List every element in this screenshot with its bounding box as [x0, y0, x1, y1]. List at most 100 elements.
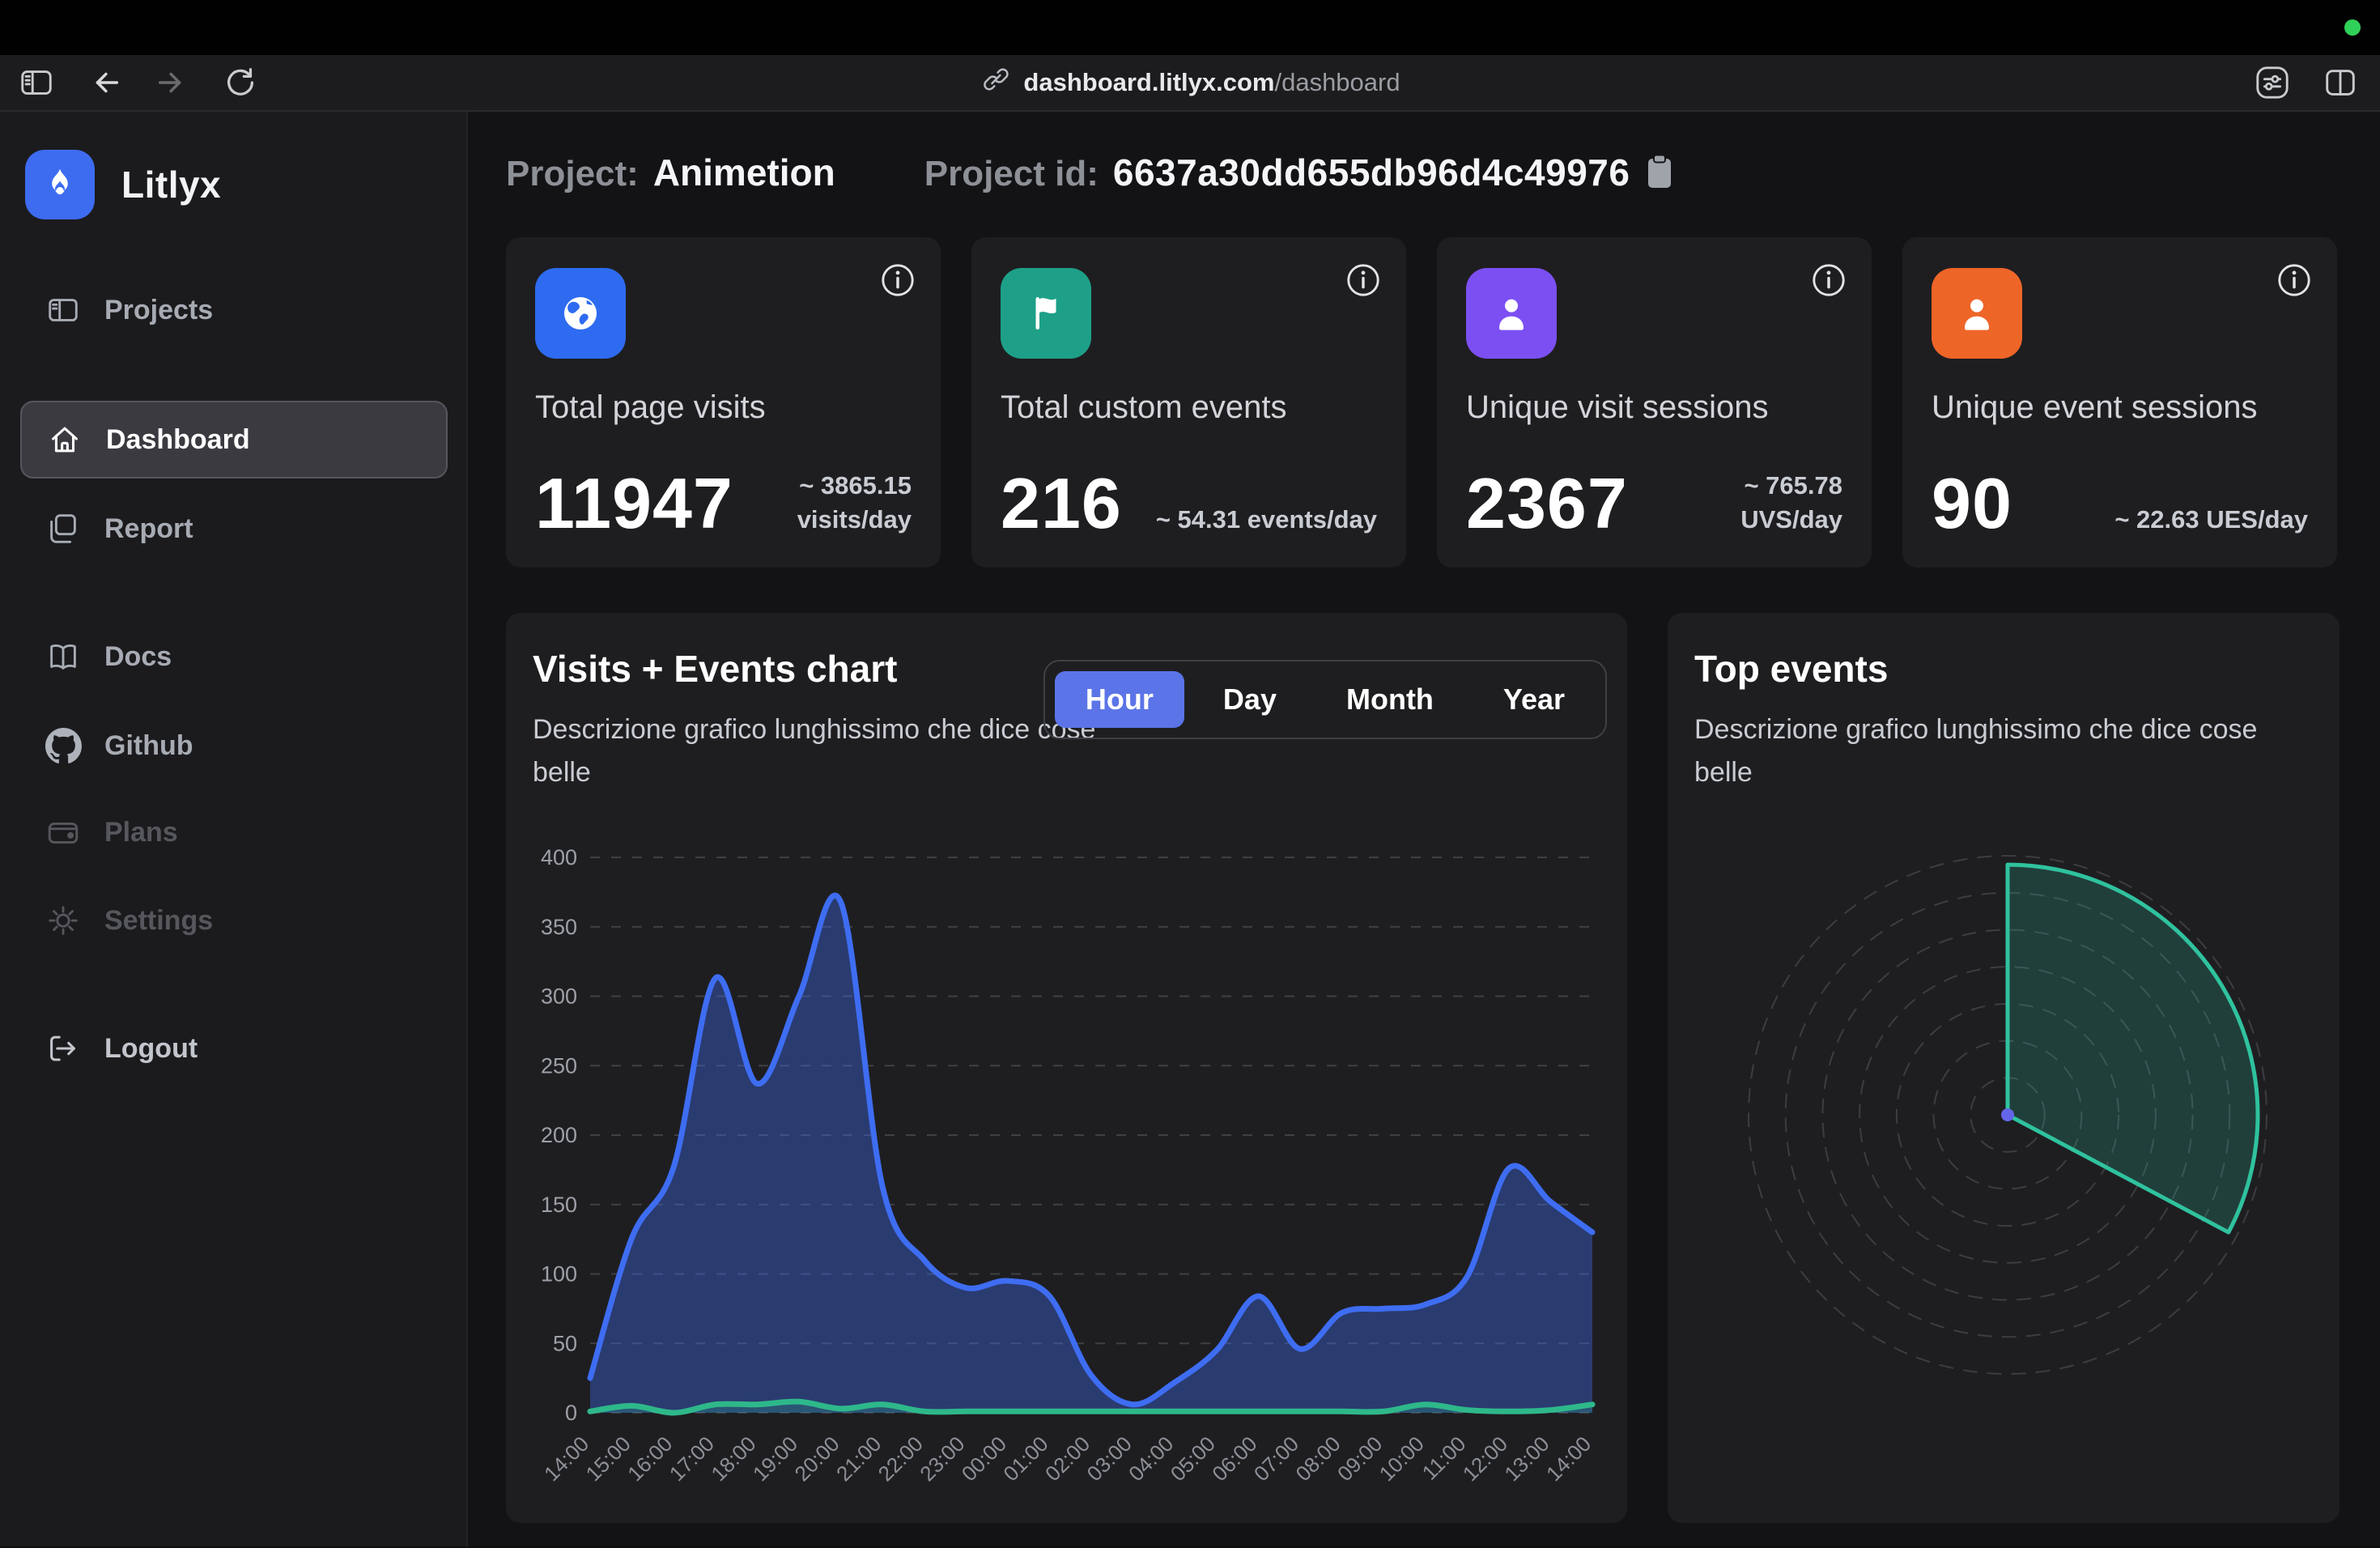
stat-card-total-custom-events: Total custom events 216 ~ 54.31 events/d…: [971, 237, 1406, 568]
range-month-button[interactable]: Month: [1315, 671, 1464, 728]
globe-icon: [535, 268, 626, 359]
svg-text:23:00: 23:00: [915, 1431, 969, 1486]
sidebar-item-dashboard[interactable]: Dashboard: [20, 401, 448, 478]
info-icon[interactable]: [1345, 262, 1382, 303]
stat-per-day: ~ 54.31 events/day: [1156, 503, 1377, 537]
status-green-dot: [2344, 19, 2361, 36]
visits-events-chart-card: Visits + Events chart Descrizione grafic…: [506, 613, 1627, 1523]
svg-text:15:00: 15:00: [581, 1431, 635, 1486]
svg-text:20:00: 20:00: [790, 1431, 844, 1486]
brand-name: Litlyx: [121, 163, 221, 206]
projects-icon: [45, 291, 82, 329]
sidebar-item-docs[interactable]: Docs: [20, 627, 448, 686]
svg-text:01:00: 01:00: [998, 1431, 1052, 1486]
sidebar-item-plans[interactable]: Plans: [20, 803, 448, 861]
svg-text:03:00: 03:00: [1082, 1431, 1137, 1486]
person-icon: [1932, 268, 2022, 359]
svg-text:17:00: 17:00: [665, 1431, 719, 1486]
info-icon[interactable]: [2276, 262, 2313, 303]
sidebar-item-label: Github: [104, 730, 193, 762]
svg-text:11:00: 11:00: [1417, 1431, 1471, 1485]
back-icon[interactable]: [86, 64, 123, 101]
sidebar-item-settings[interactable]: Settings: [20, 891, 448, 950]
url-path: /dashboard: [1274, 68, 1400, 96]
range-year-button[interactable]: Year: [1473, 671, 1596, 728]
chart-subtitle: Descrizione grafico lunghissimo che dice…: [533, 708, 1099, 793]
stat-per-day: ~ 22.63 UES/day: [2114, 503, 2308, 537]
litlyx-logo: [25, 150, 95, 219]
svg-text:05:00: 05:00: [1166, 1431, 1220, 1486]
svg-text:250: 250: [541, 1053, 577, 1078]
home-icon: [46, 421, 83, 458]
sidebar: Litlyx Projects Dashboard: [0, 112, 468, 1546]
stat-title: Total page visits: [535, 389, 912, 426]
svg-text:12:00: 12:00: [1458, 1431, 1512, 1486]
link-icon: [980, 63, 1012, 102]
sidebar-item-label: Dashboard: [106, 424, 250, 456]
svg-text:14:00: 14:00: [539, 1431, 593, 1486]
sidebar-item-label: Settings: [104, 905, 213, 937]
chart-title: Top events: [1694, 647, 1888, 691]
info-icon[interactable]: [1810, 262, 1847, 303]
sidebar-item-label: Report: [104, 513, 193, 545]
project-name: Animetion: [653, 151, 835, 194]
sidebar-item-label: Docs: [104, 641, 172, 673]
svg-text:04:00: 04:00: [1124, 1431, 1178, 1486]
sidebar-toggle-icon[interactable]: [18, 64, 55, 101]
logout-icon: [45, 1030, 82, 1067]
svg-text:10:00: 10:00: [1375, 1431, 1429, 1486]
chart-subtitle: Descrizione grafico lunghissimo che dice…: [1694, 708, 2313, 793]
reload-icon[interactable]: [222, 64, 259, 101]
project-id-value: 6637a30dd655db96d4c49976: [1113, 151, 1630, 194]
clipboard-icon[interactable]: [1646, 155, 1673, 193]
svg-text:300: 300: [541, 985, 577, 1009]
sidebar-item-label: Plans: [104, 817, 178, 848]
stat-title: Unique event sessions: [1932, 389, 2308, 426]
svg-text:06:00: 06:00: [1207, 1431, 1261, 1486]
stat-card-total-page-visits: Total page visits 11947 ~ 3865.15 visits…: [506, 237, 941, 568]
top-events-chart-card: Top events Descrizione grafico lunghissi…: [1668, 613, 2340, 1523]
svg-text:21:00: 21:00: [831, 1431, 886, 1486]
tune-icon[interactable]: [2254, 64, 2291, 101]
range-hour-button[interactable]: Hour: [1055, 671, 1184, 728]
split-view-icon[interactable]: [2322, 64, 2359, 101]
sidebar-item-label: Logout: [104, 1033, 198, 1065]
info-icon[interactable]: [879, 262, 916, 303]
stat-cards-row: Total page visits 11947 ~ 3865.15 visits…: [506, 237, 2337, 568]
sidebar-item-report[interactable]: Report: [20, 500, 448, 558]
sidebar-item-github[interactable]: Github: [20, 717, 448, 775]
svg-text:400: 400: [541, 845, 577, 870]
person-icon: [1466, 268, 1557, 359]
svg-text:22:00: 22:00: [873, 1431, 928, 1486]
stat-per-day: ~ 765.78 UVS/day: [1740, 469, 1842, 537]
sidebar-item-projects[interactable]: Projects: [20, 281, 448, 339]
main-content: Project: Animetion Project id: 6637a30dd…: [468, 112, 2380, 1546]
stat-title: Unique visit sessions: [1466, 389, 1842, 426]
project-header: Project: Animetion Project id: 6637a30dd…: [506, 151, 2340, 194]
svg-text:150: 150: [541, 1193, 577, 1217]
svg-text:350: 350: [541, 915, 577, 939]
gear-icon: [45, 902, 82, 939]
svg-text:19:00: 19:00: [748, 1431, 802, 1486]
docs-icon: [45, 638, 82, 675]
stat-value: 2367: [1466, 471, 1628, 537]
stat-value: 90: [1932, 471, 2012, 537]
chart-title: Visits + Events chart: [533, 647, 897, 691]
svg-text:18:00: 18:00: [706, 1431, 760, 1486]
svg-text:08:00: 08:00: [1291, 1431, 1345, 1486]
svg-text:00:00: 00:00: [957, 1431, 1011, 1486]
svg-text:200: 200: [541, 1123, 577, 1147]
forward-icon[interactable]: [154, 64, 191, 101]
visits-events-area-chart: 05010015020025030035040014:0015:0016:001…: [516, 833, 1617, 1518]
sidebar-item-logout[interactable]: Logout: [20, 1019, 448, 1078]
svg-text:07:00: 07:00: [1249, 1431, 1303, 1486]
url-host: dashboard.litlyx.com: [1023, 68, 1274, 96]
wallet-icon: [45, 814, 82, 851]
svg-text:100: 100: [541, 1262, 577, 1286]
github-icon: [45, 727, 82, 764]
url-bar[interactable]: dashboard.litlyx.com/dashboard: [980, 63, 1400, 102]
range-day-button[interactable]: Day: [1192, 671, 1307, 728]
svg-text:14:00: 14:00: [1541, 1431, 1596, 1486]
window-titlebar: [0, 0, 2380, 55]
project-id-label: Project id:: [924, 154, 1099, 194]
